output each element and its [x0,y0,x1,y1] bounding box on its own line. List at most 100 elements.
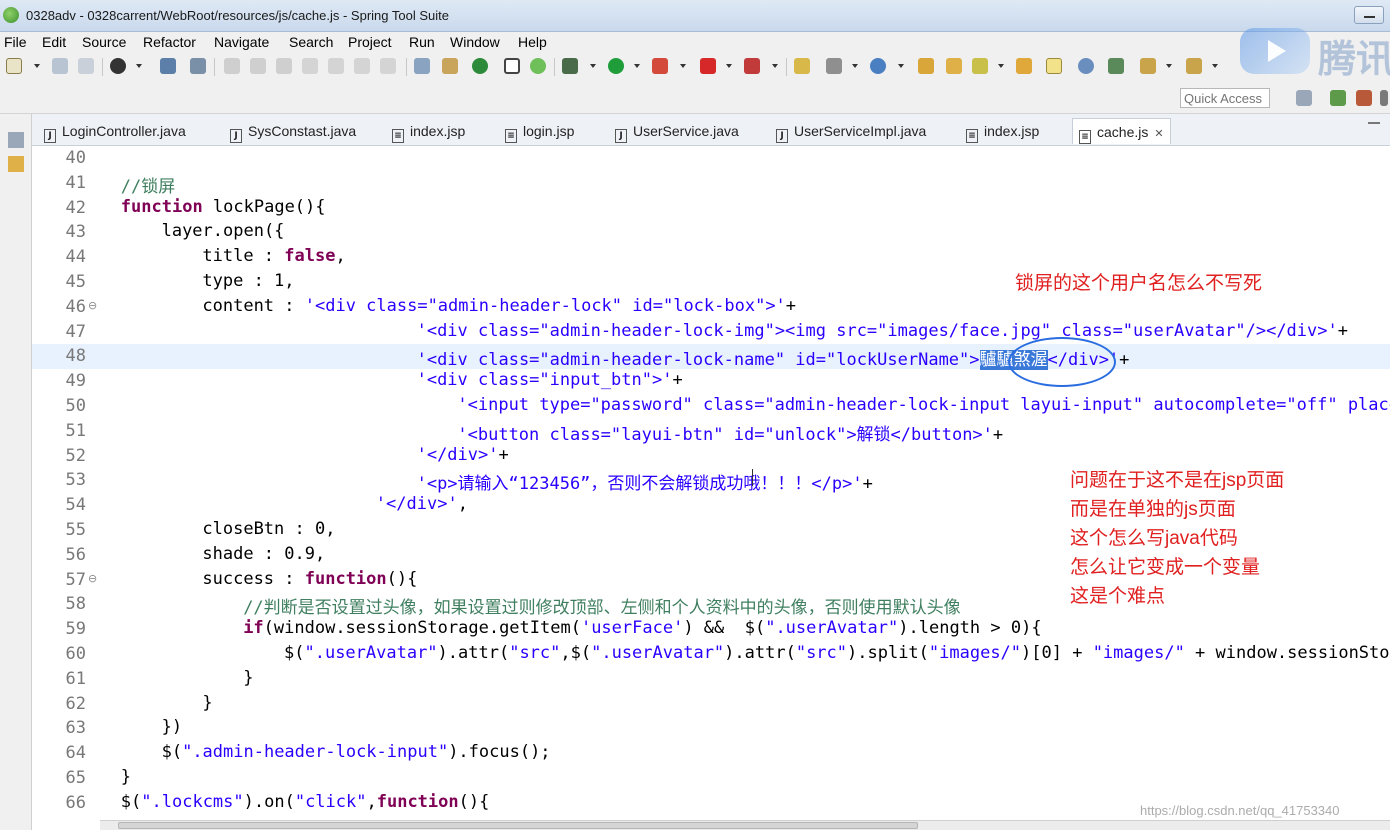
coverage-icon[interactable] [652,58,668,74]
step-into-icon[interactable] [328,58,344,74]
java-perspective-icon[interactable] [1380,90,1388,106]
tab-userservice-java[interactable]: J UserService.java [609,118,745,144]
code-line[interactable]: 49 '<div class="input_btn">'+ [32,369,1390,394]
green-circle-icon[interactable] [472,58,488,74]
tab-cache-js[interactable]: ≡ cache.js ✕ [1072,118,1171,144]
tab-index-jsp-2[interactable]: ≡ index.jsp [960,118,1045,144]
skip-breakpoints-icon[interactable] [190,58,206,74]
tab-sysconstast-java[interactable]: J SysConstast.java [224,118,362,144]
new-class-dropdown-icon[interactable] [898,64,904,68]
spring-perspective-icon[interactable] [1330,90,1346,106]
open-perspective-icon[interactable] [1296,90,1312,106]
fold-toggle-icon[interactable]: ⊖ [88,572,97,585]
toggle-markoccurrences-icon[interactable] [1046,58,1062,74]
code-line[interactable]: 63}) [32,716,1390,741]
spring-icon[interactable] [530,58,546,74]
new-icon[interactable] [6,58,22,74]
run-dropdown-icon[interactable] [634,64,640,68]
code-line[interactable]: 58 //判断是否设置过头像，如果设置过则修改顶部、左侧和个人资料中的头像，否则使… [32,592,1390,618]
stop-icon[interactable] [700,58,716,74]
quick-access-input[interactable] [1180,88,1270,108]
code-line[interactable]: 62} [32,692,1390,717]
step-return-icon[interactable] [380,58,396,74]
next-annotation-dropdown-icon[interactable] [1166,64,1172,68]
code-line[interactable]: 64 $(".admin-header-lock-input").focus(); [32,741,1390,766]
search-dropdown-icon[interactable] [998,64,1004,68]
coverage-dropdown-icon[interactable] [680,64,686,68]
code-line[interactable]: 40 [32,146,1390,171]
fold-toggle-icon[interactable]: ⊖ [88,299,97,312]
menu-search[interactable]: Search [289,34,333,50]
code-line[interactable]: 42 function lockPage(){ [32,196,1390,221]
debug-dropdown-icon[interactable] [590,64,596,68]
new-java-project-icon[interactable] [794,58,810,74]
run-icon[interactable] [608,58,624,74]
code-line[interactable]: 47 '<div class="admin-header-lock-img"><i… [32,320,1390,345]
external-tools-dropdown-icon[interactable] [772,64,778,68]
code-text: '</div>'+ [417,445,509,465]
menu-file[interactable]: File [4,34,27,50]
horizontal-scrollbar[interactable] [100,820,1390,830]
jee-perspective-icon[interactable] [1356,90,1372,106]
open-task-icon[interactable] [946,58,962,74]
code-line[interactable]: 61} [32,667,1390,692]
menu-refactor[interactable]: Refactor [143,34,196,50]
new-dropdown-icon[interactable] [34,64,40,68]
menu-source[interactable]: Source [82,34,126,50]
use-step-filters-icon[interactable] [442,58,458,74]
open-type-icon[interactable] [918,58,934,74]
debug-icon[interactable] [562,58,578,74]
console-icon[interactable] [160,58,176,74]
external-tools-icon[interactable] [744,58,760,74]
new-package-icon[interactable] [826,58,842,74]
new-package-dropdown-icon[interactable] [852,64,858,68]
minimize-button[interactable] [1354,6,1384,24]
tab-login-jsp[interactable]: ≡ login.jsp [499,118,580,144]
code-line[interactable]: 50 '<input type="password" class="admin-h… [32,394,1390,419]
scrollbar-thumb[interactable] [118,822,918,829]
server-view-icon[interactable] [504,58,520,74]
tab-logincontroller-java[interactable]: J LoginController.java [38,118,192,144]
next-annotation-icon[interactable] [1140,58,1156,74]
debug-config-icon[interactable] [110,58,126,74]
package-explorer-icon[interactable] [8,156,24,172]
open-resource-icon[interactable] [1016,58,1032,74]
minimize-editor-icon[interactable] [1368,122,1380,124]
menu-run[interactable]: Run [409,34,435,50]
code-token: ) && $( [683,618,766,639]
annotation-icon[interactable] [1108,58,1124,74]
suspend-icon[interactable] [250,58,266,74]
code-line[interactable]: 41 //锁屏 [32,171,1390,197]
menu-navigate[interactable]: Navigate [214,34,269,50]
debug-config-dropdown-icon[interactable] [136,64,142,68]
restore-icon[interactable] [8,132,24,148]
tab-userserviceimpl-java[interactable]: J UserServiceImpl.java [770,118,932,144]
close-tab-icon[interactable]: ✕ [1154,128,1163,140]
code-line[interactable]: 51 '<button class="layui-btn" id="unlock"… [32,419,1390,445]
previous-annotation-dropdown-icon[interactable] [1212,64,1218,68]
menu-edit[interactable]: Edit [42,34,66,50]
code-line[interactable]: 65} [32,766,1390,791]
code-line[interactable]: 60 $(".userAvatar").attr("src",$(".userAv… [32,642,1390,667]
menu-project[interactable]: Project [348,34,392,50]
previous-annotation-icon[interactable] [1186,58,1202,74]
search-icon[interactable] [972,58,988,74]
step-over-icon[interactable] [354,58,370,74]
save-all-icon[interactable] [78,58,94,74]
menu-window[interactable]: Window [450,34,500,50]
code-line[interactable]: 46 ⊖ content : '<div class="admin-header-l… [32,295,1390,320]
code-line[interactable]: 48 '<div class="admin-header-lock-name" i… [32,344,1390,371]
save-icon[interactable] [52,58,68,74]
web-browser-icon[interactable] [1078,58,1094,74]
code-line[interactable]: 43 layer.open({ [32,220,1390,245]
disconnect-icon[interactable] [302,58,318,74]
drop-to-frame-icon[interactable] [414,58,430,74]
stop-dropdown-icon[interactable] [726,64,732,68]
code-line[interactable]: 59 if(window.sessionStorage.getItem('user… [32,617,1390,642]
code-line[interactable]: 44 title : false, [32,245,1390,270]
new-class-icon[interactable] [870,58,886,74]
menu-help[interactable]: Help [518,34,547,50]
resume-icon[interactable] [224,58,240,74]
terminate-icon[interactable] [276,58,292,74]
tab-index-jsp[interactable]: ≡ index.jsp [386,118,471,144]
